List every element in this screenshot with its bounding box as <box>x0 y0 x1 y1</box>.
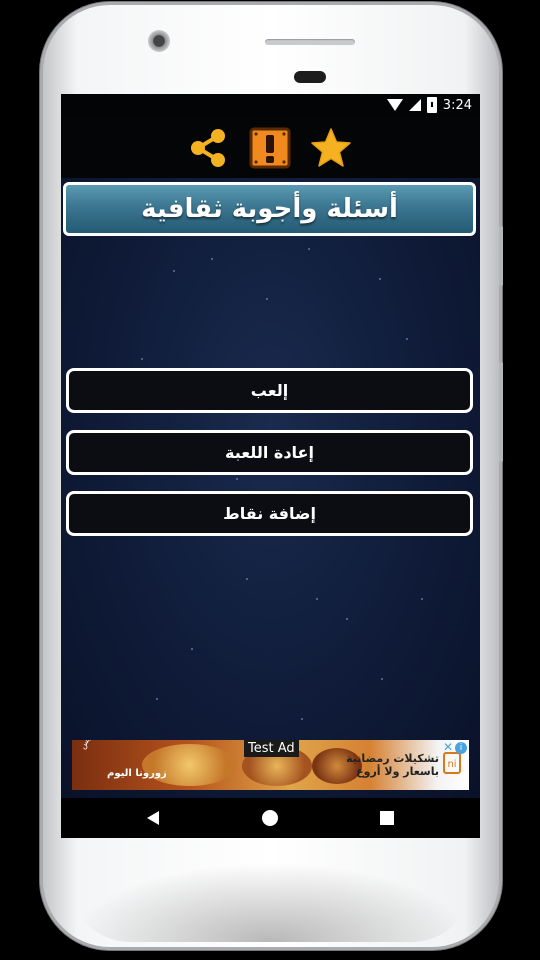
app-toolbar <box>61 118 480 178</box>
status-bar: 3:24 <box>61 94 480 118</box>
ad-vertical-text: فقط لدى نايس <box>78 740 111 751</box>
ad-headline-line1: تشكيلات رمضانية <box>346 752 439 765</box>
signal-icon <box>408 99 421 111</box>
title-banner: أسئلة وأجوبة ثقافية <box>63 182 476 236</box>
navigation-bar <box>61 798 480 838</box>
replay-button-label: إعادة اللعبة <box>225 443 314 462</box>
power-button <box>499 226 503 286</box>
wifi-icon <box>386 99 403 111</box>
star-icon[interactable] <box>309 126 353 170</box>
play-button[interactable]: إلعب <box>66 368 473 413</box>
app-title: أسئلة وأجوبة ثقافية <box>141 194 398 224</box>
test-ad-badge: Test Ad <box>244 740 299 757</box>
share-icon[interactable] <box>186 126 230 170</box>
phone-screen: 3:24 أسئلة وأجوبة ثقافية إلعب إعادة اللع… <box>61 94 480 838</box>
status-time: 3:24 <box>442 97 472 113</box>
back-triangle-icon[interactable] <box>145 810 161 830</box>
ad-food-image <box>142 744 237 786</box>
add-points-button[interactable]: إضافة نقاط <box>66 491 473 536</box>
volume-button <box>499 362 503 462</box>
phone-shadow <box>70 862 472 942</box>
play-button-label: إلعب <box>250 381 289 400</box>
starry-background <box>61 178 480 798</box>
earpiece-speaker <box>265 39 355 45</box>
add-points-button-label: إضافة نقاط <box>223 504 316 523</box>
ad-close-icon[interactable]: ✕ <box>443 740 453 754</box>
ad-banner[interactable]: فقط لدى نايس زورونا اليوم Test Ad تشكيلا… <box>72 740 469 790</box>
ad-visit-text: زورونا اليوم <box>107 768 167 779</box>
front-camera <box>148 30 170 52</box>
proximity-sensor <box>294 71 326 83</box>
ad-headline: تشكيلات رمضانية باسعار ولا أروع <box>346 752 439 778</box>
home-circle-icon[interactable] <box>261 810 279 832</box>
replay-button[interactable]: إعادة اللعبة <box>66 430 473 475</box>
exclamation-icon[interactable] <box>248 126 292 170</box>
ad-info-icon[interactable]: i <box>455 742 467 754</box>
battery-icon <box>426 97 437 113</box>
recents-square-icon[interactable] <box>379 810 395 830</box>
ad-logo: ni <box>443 752 461 774</box>
ad-headline-line2: باسعار ولا أروع <box>356 765 439 778</box>
